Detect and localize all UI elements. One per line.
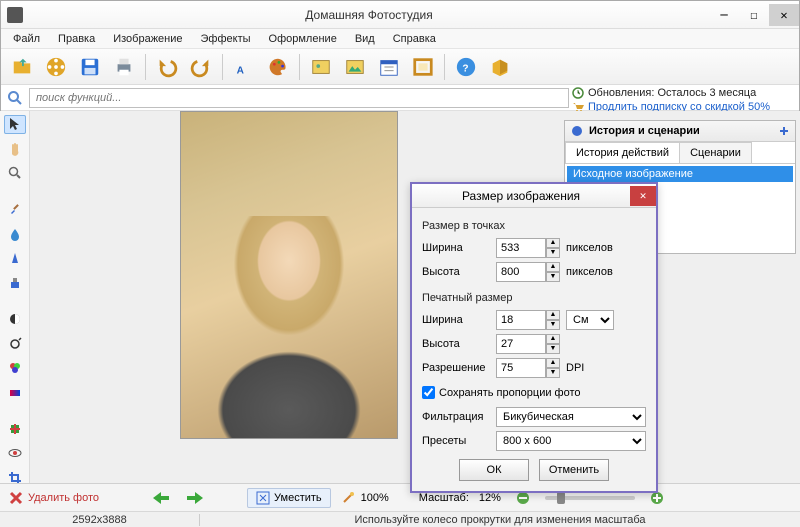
undo-button[interactable] <box>152 52 182 82</box>
maximize-button[interactable]: ☐ <box>739 4 769 26</box>
status-hint: Используйте колесо прокрутки для изменен… <box>200 514 800 526</box>
unit-select[interactable]: См <box>566 310 614 330</box>
ok-button[interactable]: ОК <box>459 459 529 481</box>
menu-help[interactable]: Справка <box>385 31 444 47</box>
width-spinner[interactable]: ▲▼ <box>546 238 560 258</box>
bottom-bar: Удалить фото Уместить 100% Масштаб: 12% <box>0 483 800 511</box>
wand-icon <box>341 491 355 505</box>
next-button[interactable] <box>183 488 207 508</box>
preset-select[interactable]: 800 x 600 <box>496 431 646 451</box>
filter-select[interactable]: Бикубическая <box>496 407 646 427</box>
filter-label: Фильтрация <box>422 411 490 423</box>
patch-tool[interactable] <box>4 419 26 438</box>
menu-file[interactable]: Файл <box>5 31 48 47</box>
sharpen-tool[interactable] <box>4 249 26 268</box>
print-button[interactable] <box>109 52 139 82</box>
menu-image[interactable]: Изображение <box>105 31 190 47</box>
zoom-slider[interactable] <box>545 496 635 500</box>
scale-value: 12% <box>479 492 501 504</box>
app-title: Домашняя Фотостудия <box>29 8 709 22</box>
keep-ratio-checkbox[interactable] <box>422 386 435 399</box>
frame-button[interactable] <box>408 52 438 82</box>
toolbar: A ? <box>1 49 799 85</box>
image-tool-1[interactable] <box>306 52 336 82</box>
text-button[interactable]: A <box>229 52 259 82</box>
print-width-input[interactable] <box>496 310 546 330</box>
photo-preview <box>180 111 398 439</box>
preset-label: Пресеты <box>422 435 490 447</box>
zoom-100[interactable]: 100% <box>341 491 389 505</box>
svg-text:?: ? <box>462 63 468 74</box>
menu-edit[interactable]: Правка <box>50 31 103 47</box>
cancel-button[interactable]: Отменить <box>539 459 609 481</box>
menu-effects[interactable]: Эффекты <box>193 31 259 47</box>
close-button[interactable]: ✕ <box>769 4 799 26</box>
app-icon <box>7 7 23 23</box>
dodge-tool[interactable] <box>4 334 26 353</box>
history-icon <box>571 125 583 137</box>
height-spinner[interactable]: ▲▼ <box>546 262 560 282</box>
film-button[interactable] <box>41 52 71 82</box>
width-label: Ширина <box>422 242 490 254</box>
resolution-label: Разрешение <box>422 362 490 374</box>
dialog-title: Размер изображения <box>412 189 630 203</box>
minimize-button[interactable]: ─ <box>709 4 739 26</box>
brush-tool[interactable] <box>4 200 26 219</box>
print-height-input[interactable] <box>496 334 546 354</box>
scale-label: Масштаб: <box>419 492 469 504</box>
search-input[interactable] <box>29 88 569 108</box>
image-dimensions: 2592x3888 <box>0 514 200 526</box>
hand-tool[interactable] <box>4 140 26 159</box>
tab-actions[interactable]: История действий <box>565 142 680 163</box>
help-button[interactable]: ? <box>451 52 481 82</box>
history-title: История и сценарии <box>589 125 700 137</box>
zoom-tool[interactable] <box>4 164 26 183</box>
titlebar: Домашняя Фотостудия ─ ☐ ✕ <box>1 1 799 29</box>
tab-scenarios[interactable]: Сценарии <box>679 142 752 163</box>
fit-button[interactable]: Уместить <box>247 488 331 508</box>
open-button[interactable] <box>7 52 37 82</box>
clock-icon <box>572 87 584 99</box>
menubar: Файл Правка Изображение Эффекты Оформлен… <box>1 29 799 49</box>
save-button[interactable] <box>75 52 105 82</box>
height-input[interactable] <box>496 262 546 282</box>
redo-button[interactable] <box>186 52 216 82</box>
svg-text:A: A <box>237 65 245 76</box>
resolution-input[interactable] <box>496 358 546 378</box>
resize-dialog: Размер изображения ✕ Размер в точках Шир… <box>410 182 658 493</box>
clone-tool[interactable] <box>4 274 26 293</box>
height-label: Высота <box>422 266 490 278</box>
pointer-tool[interactable] <box>4 115 26 134</box>
calendar-button[interactable] <box>374 52 404 82</box>
eye-tool[interactable] <box>4 444 26 463</box>
box-button[interactable] <box>485 52 515 82</box>
gradient-tool[interactable] <box>4 383 26 402</box>
tool-strip <box>0 111 30 487</box>
contrast-tool[interactable] <box>4 310 26 329</box>
palette-button[interactable] <box>263 52 293 82</box>
drop-tool[interactable] <box>4 225 26 244</box>
history-item[interactable]: Исходное изображение <box>567 166 793 182</box>
section-pixels: Размер в точках <box>422 220 646 232</box>
delete-photo-button[interactable]: Удалить фото <box>8 490 99 506</box>
image-tool-2[interactable] <box>340 52 370 82</box>
delete-icon <box>8 490 24 506</box>
search-icon <box>7 90 23 106</box>
dialog-close-button[interactable]: ✕ <box>630 186 656 206</box>
color-tool[interactable] <box>4 359 26 378</box>
menu-view[interactable]: Вид <box>347 31 383 47</box>
fit-icon <box>256 491 270 505</box>
history-plus-icon[interactable] <box>779 126 789 136</box>
section-print: Печатный размер <box>422 292 646 304</box>
width-input[interactable] <box>496 238 546 258</box>
status-bar: 2592x3888 Используйте колесо прокрутки д… <box>0 511 800 527</box>
update-info: Обновления: Осталось 3 месяца Продлить п… <box>572 86 794 114</box>
prev-button[interactable] <box>149 488 173 508</box>
menu-design[interactable]: Оформление <box>261 31 345 47</box>
